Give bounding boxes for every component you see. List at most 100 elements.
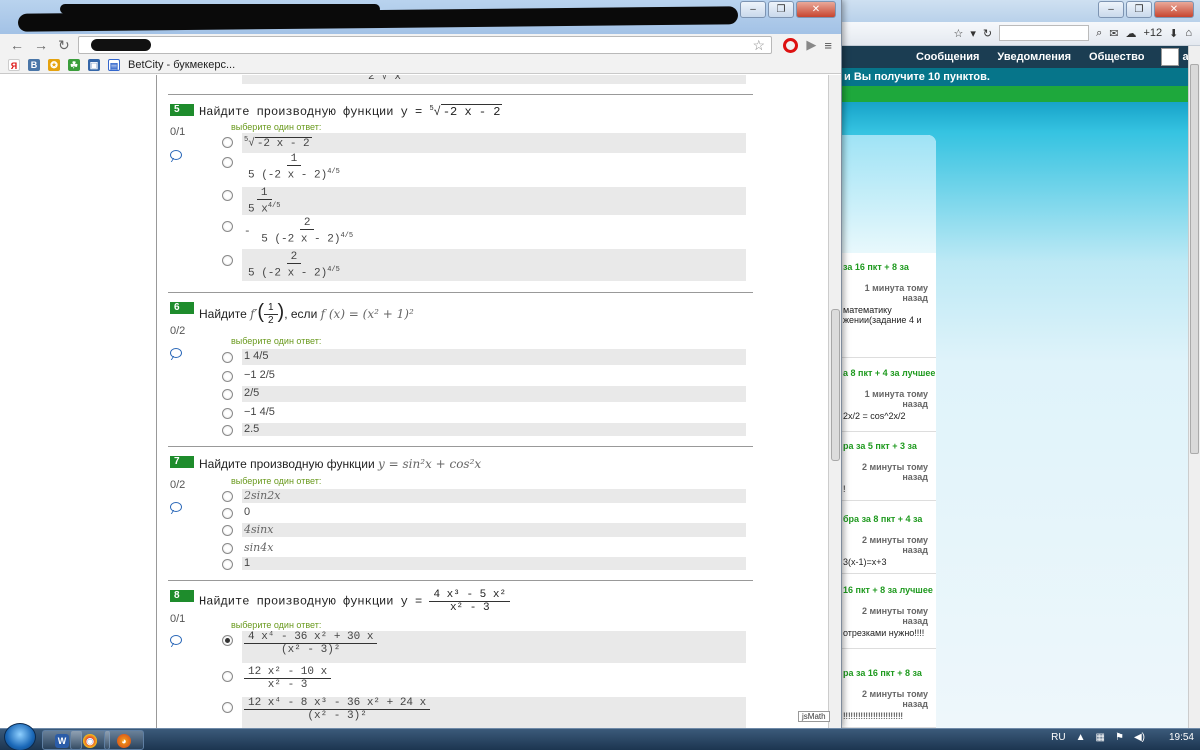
search-box[interactable] [999,25,1090,41]
clock[interactable]: 19:54 [1169,732,1194,743]
list-item[interactable]: 16 пкт + 8 за лучшее 2 минуты тому назад… [840,585,936,649]
list-item[interactable]: ра за 5 пкт + 3 за 2 минуты тому назад ! [840,441,936,501]
home-icon[interactable]: ⌂ [1185,27,1192,39]
maximize-button[interactable]: ❐ [1126,1,1152,18]
nav-messages[interactable]: Сообщения [916,51,979,63]
quiz-page: 2 √ x 5 Найдите производную функции y = … [0,75,828,728]
minimize-button[interactable]: – [1098,1,1124,18]
back-icon[interactable]: ← [10,37,24,53]
comment-icon[interactable] [170,150,182,160]
answer-option: 15 x4/5 [248,187,281,216]
answer-radio[interactable] [222,255,233,266]
list-item[interactable]: бра за 8 пкт + 4 за 2 минуты тому назад … [840,514,936,574]
language-indicator[interactable]: RU [1051,732,1065,743]
answer-radio[interactable] [222,671,233,682]
answer-option: 15 (-2 x - 2)4/5 [248,153,340,182]
answer-option: - 25 (-2 x - 2)4/5 [244,217,354,246]
firefox-icon: ◕ [117,734,131,748]
answer-radio[interactable] [222,389,233,400]
list-item[interactable]: за 16 пкт + 8 за 1 минута тому назад мат… [840,262,936,358]
option-background [242,386,746,402]
volume-icon[interactable]: ◀) [1134,732,1145,743]
page-left-rule [156,75,157,728]
option-background [242,423,746,436]
download-icon[interactable]: ⬇ [1169,27,1178,40]
answer-radio[interactable] [222,525,233,536]
badge-icon[interactable]: ✪ [48,58,60,71]
answer-radio[interactable] [222,491,233,502]
question-number: 6 [170,302,194,314]
question-separator [168,446,753,447]
background-scrollbar[interactable] [1188,46,1200,728]
play-icon[interactable]: ▶ [806,37,816,53]
taskbar: W ◉ ◕ RU ▲ ▦ ⚑ ◀) 19:54 [0,723,1200,750]
answer-option: 2/5 [244,387,260,399]
minimize-button[interactable]: – [740,1,766,18]
clover-icon[interactable]: ☘ [68,58,80,71]
forward-icon[interactable]: → [34,37,48,53]
comment-icon[interactable] [170,348,182,358]
start-button[interactable] [4,723,36,750]
answer-option: 5√ -2 x - 2 [244,136,312,150]
option-background [242,133,746,153]
question-text: Найдите f′(1 2), если f (x) = (x² + 1)² [199,301,414,327]
search-icon[interactable]: ⌕ [1096,27,1102,40]
answer-radio[interactable] [222,543,233,554]
bookmark-betcity[interactable]: BetCity - букмекерс... [128,59,235,71]
scrollbar-thumb[interactable] [1190,64,1199,454]
navigation-bar: ← → ↻ ☆ ▶ ≡ [0,34,841,56]
answer-radio[interactable] [222,157,233,168]
network-icon[interactable]: ▦ [1096,732,1105,743]
jsmath-button[interactable]: jsMath [798,711,830,722]
choose-one-label: выберите один ответ: [231,122,322,132]
monitor-icon[interactable]: ▣ [88,58,100,71]
answer-radio[interactable] [222,352,233,363]
reload-icon[interactable]: ↻ [58,37,70,53]
flag-icon[interactable]: ⚑ [1115,732,1124,743]
answer-radio[interactable] [222,221,233,232]
yandex-icon[interactable]: Я [8,58,20,71]
answer-radio[interactable] [222,702,233,713]
vk-icon[interactable]: B [28,58,40,71]
answer-radio[interactable] [222,371,233,382]
answer-radio[interactable] [222,425,233,436]
star-icon[interactable]: ☆ [953,27,963,40]
cloud-icon[interactable]: ☁ [1125,27,1136,40]
address-bar[interactable]: ☆ [78,36,772,54]
mail-icon[interactable]: ✉ [1109,27,1118,40]
chrome-icon: ◉ [83,734,97,748]
answer-option: −1 4/5 [244,406,275,418]
answer-radio[interactable] [222,408,233,419]
answer-radio[interactable] [222,508,233,519]
word-icon: W [55,734,69,748]
nav-notifications[interactable]: Уведомления [997,51,1071,63]
question-score: 0/2 [170,479,186,491]
bookmark-page-icon[interactable]: ▤ [108,58,120,71]
bookmark-star-icon[interactable]: ☆ [752,37,765,54]
maximize-button[interactable]: ❐ [768,1,794,18]
answer-radio[interactable] [222,190,233,201]
answer-radio[interactable] [222,137,233,148]
answer-radio[interactable] [222,559,233,570]
window-controls: – ❐ ✕ [740,1,836,18]
taskbar-firefox[interactable]: ◕ [104,730,144,750]
reload-icon[interactable]: ↻ [983,27,992,40]
scrollbar-thumb[interactable] [831,309,840,461]
option-background [242,489,746,503]
comment-icon[interactable] [170,635,182,645]
question-score: 0/1 [170,613,186,625]
tray-arrow-icon[interactable]: ▲ [1076,732,1086,743]
list-item[interactable]: ра за 16 пкт + 8 за 2 минуты тому назад … [840,668,936,728]
menu-icon[interactable]: ≡ [824,38,832,53]
answer-radio-selected[interactable] [222,635,233,646]
dropdown-icon[interactable]: ▾ [970,27,976,40]
close-button[interactable]: ✕ [796,1,836,18]
list-item[interactable]: а 8 пкт + 4 за лучшее 1 минута тому наза… [840,368,936,432]
system-tray: RU ▲ ▦ ⚑ ◀) 19:54 [1051,732,1194,743]
nav-community[interactable]: Общество [1089,51,1144,63]
page-scrollbar[interactable] [828,75,841,728]
opera-icon[interactable] [783,37,799,53]
close-button[interactable]: ✕ [1154,1,1194,18]
question-feed-header [840,135,936,253]
comment-icon[interactable] [170,502,182,512]
